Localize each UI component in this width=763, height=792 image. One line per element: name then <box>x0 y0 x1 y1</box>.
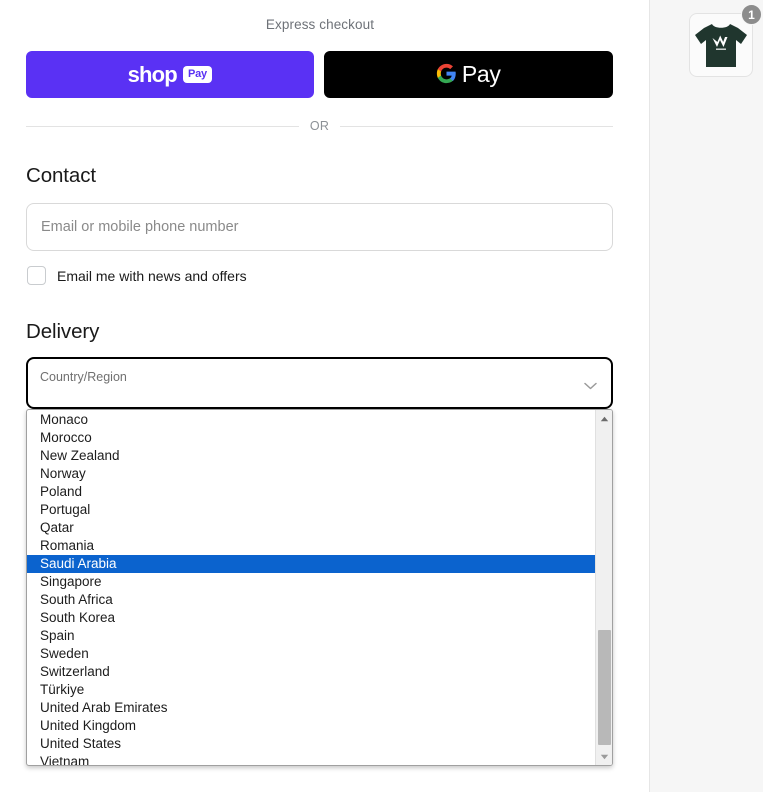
dropdown-option[interactable]: Singapore <box>27 573 595 591</box>
checkout-main-column: Express checkout shop Pay Pay OR Contact… <box>0 0 649 792</box>
divider-line-left <box>26 125 299 127</box>
shop-pay-logo: shop Pay <box>127 61 212 87</box>
google-pay-wordmark: Pay <box>461 61 501 87</box>
dropdown-option[interactable]: Switzerland <box>27 663 595 681</box>
dropdown-option[interactable]: South Africa <box>27 591 595 609</box>
quantity-badge: 1 <box>741 4 762 25</box>
scrollbar-down-arrow-icon[interactable] <box>596 748 612 765</box>
shop-pay-wordmark: shop <box>127 61 178 87</box>
checkout-page: Express checkout shop Pay Pay OR Contact… <box>0 0 763 792</box>
newsletter-checkbox[interactable] <box>27 266 46 285</box>
email-or-phone-input[interactable] <box>26 203 613 251</box>
google-g-icon <box>436 63 457 87</box>
dropdown-options[interactable]: Monaco Morocco New Zealand Norway Poland Port… <box>27 410 595 765</box>
dropdown-option[interactable]: United Kingdom <box>27 717 595 735</box>
or-divider: OR <box>26 119 614 133</box>
google-pay-logo: Pay <box>436 63 501 87</box>
dropdown-option[interactable]: Portugal <box>27 501 595 519</box>
shop-pay-button[interactable]: shop Pay <box>26 51 314 98</box>
scrollbar-thumb[interactable] <box>598 630 611 745</box>
delivery-section-title: Delivery <box>26 320 100 343</box>
t-shirt-icon <box>695 24 747 67</box>
dropdown-option[interactable]: Poland <box>27 483 595 501</box>
dropdown-option[interactable]: South Korea <box>27 609 595 627</box>
dropdown-option-selected[interactable]: Saudi Arabia <box>27 555 595 573</box>
scrollbar-up-arrow-icon[interactable] <box>596 410 612 427</box>
dropdown-option[interactable]: Spain <box>27 627 595 645</box>
dropdown-option[interactable]: Monaco <box>27 411 595 429</box>
express-checkout-buttons: shop Pay Pay <box>26 51 613 98</box>
contact-section-title: Contact <box>26 164 96 187</box>
dropdown-option[interactable]: United Arab Emirates <box>27 699 595 717</box>
shop-pay-chip: Pay <box>182 66 212 83</box>
dropdown-option[interactable]: Sweden <box>27 645 595 663</box>
country-region-dropdown-list[interactable]: Monaco Morocco New Zealand Norway Poland Port… <box>26 409 613 766</box>
google-pay-button[interactable]: Pay <box>323 51 613 98</box>
dropdown-option[interactable]: United States <box>27 735 595 753</box>
dropdown-option[interactable]: Morocco <box>27 429 595 447</box>
cart-line-item: 1 <box>689 4 762 77</box>
express-checkout-label: Express checkout <box>265 17 375 32</box>
order-summary-sidebar: 1 Subtotal Shipping Total <box>649 0 763 792</box>
newsletter-label: Email me with news and offers <box>57 267 247 284</box>
divider-label: OR <box>309 119 330 133</box>
country-region-select[interactable]: Country/Region <box>26 357 613 409</box>
divider-line-right <box>340 125 614 127</box>
product-thumbnail <box>689 13 753 77</box>
dropdown-option[interactable]: Türkiye <box>27 681 595 699</box>
country-region-placeholder: Country/Region <box>40 370 127 384</box>
chevron-down-icon <box>584 377 597 390</box>
dropdown-option[interactable]: Norway <box>27 465 595 483</box>
dropdown-option[interactable]: New Zealand <box>27 447 595 465</box>
dropdown-option[interactable]: Qatar <box>27 519 595 537</box>
dropdown-option[interactable]: Romania <box>27 537 595 555</box>
dropdown-scrollbar[interactable] <box>595 410 612 765</box>
dropdown-option[interactable]: Vietnam <box>27 753 595 765</box>
newsletter-optin-row[interactable]: Email me with news and offers <box>27 266 247 285</box>
